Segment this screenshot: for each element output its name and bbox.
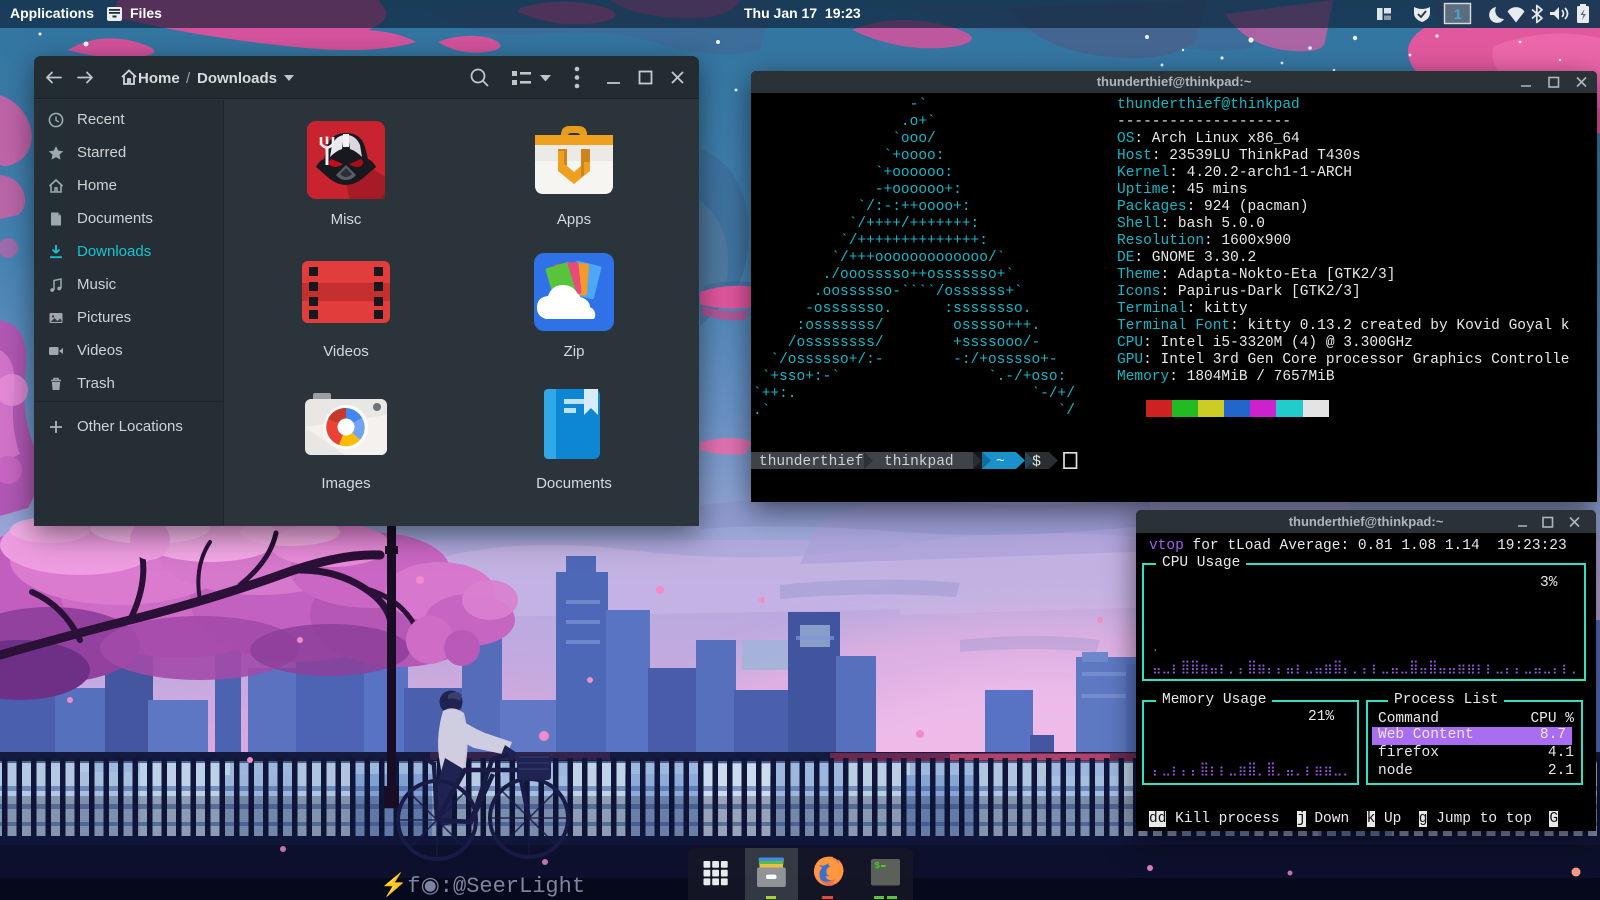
svg-text:~: ~	[996, 454, 1005, 469]
svg-text:$: $	[875, 861, 881, 871]
svg-text:/: /	[186, 70, 191, 87]
svg-text:Home: Home	[138, 70, 180, 87]
svg-text:thinkpad: thinkpad	[884, 454, 954, 469]
svg-text:thunderthief: thunderthief	[759, 454, 863, 469]
svg-text:1: 1	[1454, 6, 1462, 22]
svg-text:$: $	[1032, 454, 1041, 470]
svg-text:Downloads: Downloads	[197, 70, 277, 87]
svg-text:⚡f◉:@SeerLight: ⚡f◉:@SeerLight	[380, 872, 585, 899]
